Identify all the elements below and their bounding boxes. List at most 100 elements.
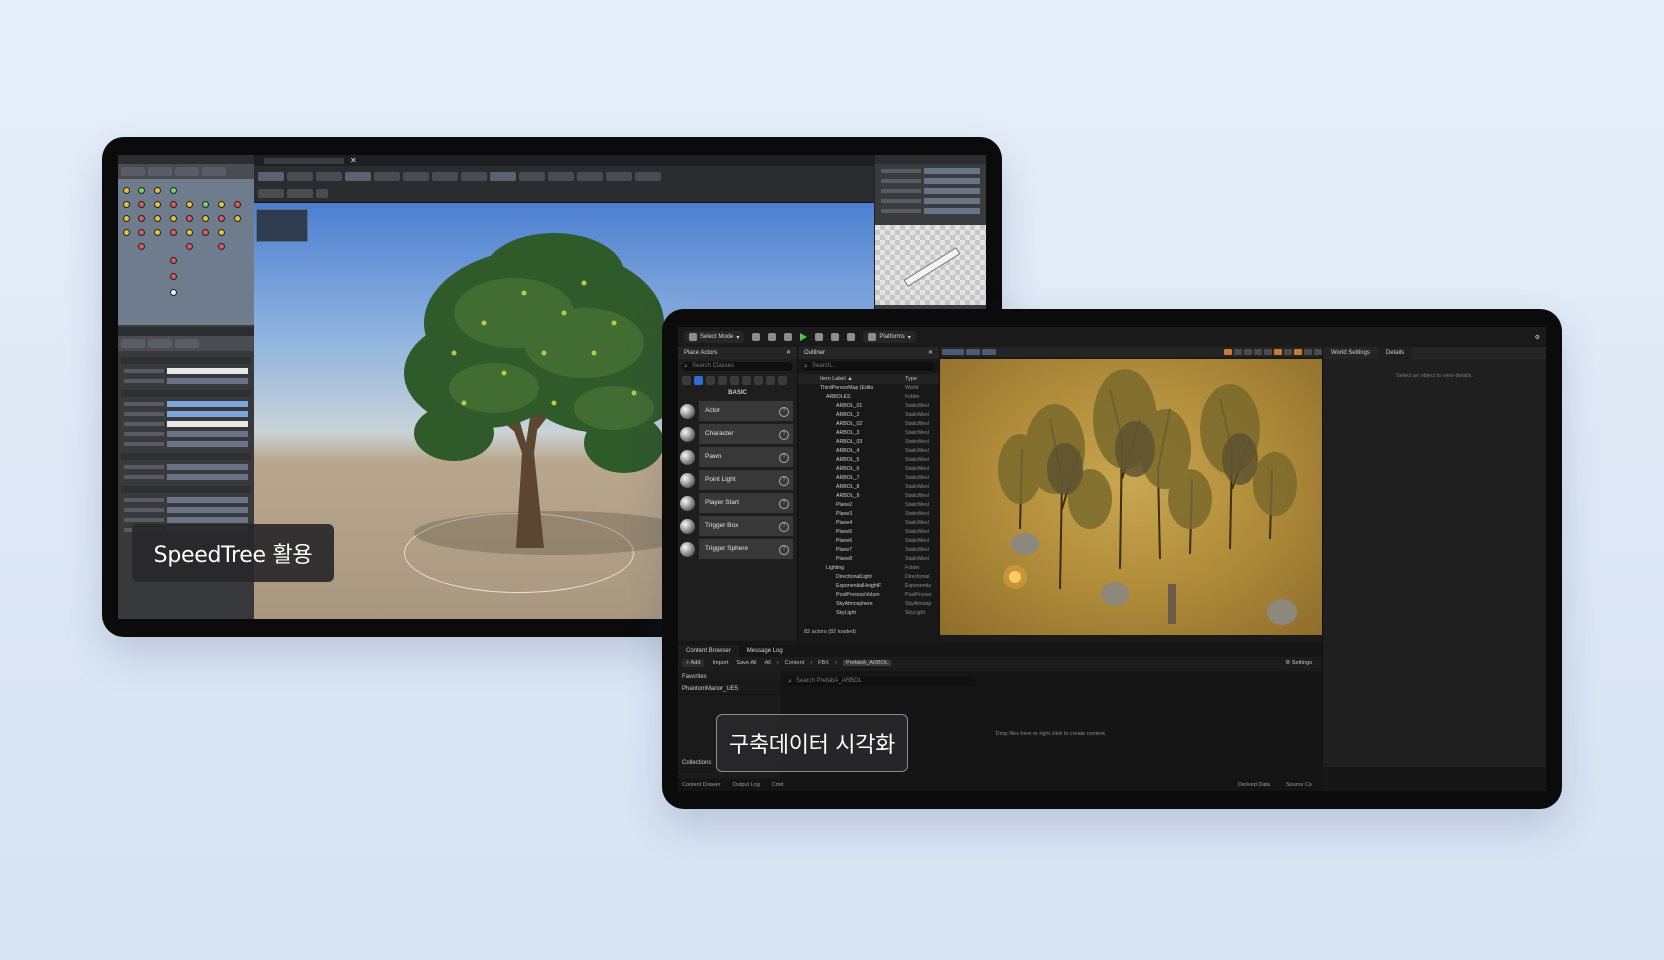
play-icon[interactable] <box>800 333 808 341</box>
graph-root-node[interactable] <box>170 289 177 296</box>
graph-node[interactable] <box>154 229 161 236</box>
outliner-row[interactable]: ARBOL_6 StaticMesl <box>798 465 939 474</box>
property-row[interactable] <box>881 178 980 184</box>
toolbar-button[interactable] <box>258 189 284 198</box>
graph-node[interactable] <box>186 243 193 250</box>
outliner-search-input[interactable]: Search... <box>802 362 935 371</box>
basic-icon[interactable] <box>694 376 703 385</box>
recent-icon[interactable] <box>682 376 691 385</box>
source-control-button[interactable]: Source Co <box>1286 782 1312 788</box>
outliner-row[interactable]: ARBOL_7 StaticMesl <box>798 474 939 483</box>
generation-tab[interactable] <box>175 167 199 176</box>
add-content-icon[interactable] <box>752 333 761 341</box>
cinematic-icon[interactable] <box>730 376 739 385</box>
property-row[interactable] <box>124 441 248 447</box>
platforms-dropdown[interactable]: Platforms ▾ <box>863 331 916 343</box>
all-classes-icon[interactable] <box>766 376 775 385</box>
maximize-button[interactable] <box>1314 349 1322 355</box>
properties-section[interactable] <box>121 390 251 397</box>
output-log-button[interactable]: Output Log <box>733 782 760 788</box>
toolbar-button[interactable] <box>258 172 284 181</box>
node-graph[interactable] <box>118 179 254 319</box>
close-icon[interactable]: ✕ <box>786 347 791 359</box>
outliner-row[interactable]: DirectionalLight Directional <box>798 573 939 582</box>
outliner-row[interactable]: ExponentialHeightF Exponentia <box>798 582 939 591</box>
property-row[interactable] <box>881 208 980 214</box>
column-type[interactable]: Type <box>905 374 939 384</box>
graph-node[interactable] <box>218 201 225 208</box>
content-drawer-button[interactable]: Content Drawer <box>682 782 721 788</box>
property-row[interactable] <box>881 188 980 194</box>
graph-node[interactable] <box>170 273 177 280</box>
graph-node[interactable] <box>138 215 145 222</box>
toolbar-button[interactable] <box>490 172 516 181</box>
eject-icon[interactable] <box>847 333 856 341</box>
show-button[interactable] <box>982 349 996 355</box>
visual-effects-icon[interactable] <box>742 376 751 385</box>
actor-item-player-start[interactable]: Player Start <box>680 493 793 513</box>
transform-button[interactable] <box>1234 349 1242 355</box>
breadcrumb-item[interactable]: All <box>765 660 771 666</box>
toolbar-button[interactable] <box>345 172 371 181</box>
breadcrumb-item[interactable]: PrefabA_ARBOL <box>842 660 892 666</box>
generation-tab[interactable] <box>148 167 172 176</box>
properties-tab[interactable] <box>121 339 145 348</box>
property-row[interactable] <box>881 168 980 174</box>
outliner-row[interactable]: Plane6 StaticMesl <box>798 537 939 546</box>
favorites-row[interactable]: Favorites <box>678 671 778 683</box>
properties-section[interactable] <box>121 453 251 460</box>
property-row[interactable] <box>124 517 248 523</box>
volumes-icon[interactable] <box>754 376 763 385</box>
toolbar-button[interactable] <box>374 172 400 181</box>
graph-node[interactable] <box>123 215 130 222</box>
column-item-label[interactable]: Item Label ▲ <box>820 374 853 384</box>
import-button[interactable]: Import <box>712 660 728 666</box>
outliner-row[interactable]: ARBOL_4 StaticMesl <box>798 447 939 456</box>
graph-node[interactable] <box>170 187 177 194</box>
graph-node[interactable] <box>218 215 225 222</box>
property-row[interactable] <box>124 411 248 417</box>
outliner-row[interactable]: Lighting Folder <box>798 564 939 573</box>
save-all-button[interactable]: Save All <box>736 660 756 666</box>
outliner-row[interactable]: PostProcessVolum PostProces <box>798 591 939 600</box>
outliner-row[interactable]: ARBOL_2 StaticMesl <box>798 411 939 420</box>
outliner-row[interactable]: ARBOL_8 StaticMesl <box>798 483 939 492</box>
scale-snap-button[interactable] <box>1294 349 1302 355</box>
actor-item-character[interactable]: Character <box>680 424 793 444</box>
graph-node[interactable] <box>138 243 145 250</box>
actor-item-trigger-box[interactable]: Trigger Box <box>680 516 793 536</box>
content-settings-button[interactable]: ⚙ Settings <box>1285 660 1322 666</box>
rotation-snap-button[interactable] <box>1274 349 1282 355</box>
graph-node[interactable] <box>138 201 145 208</box>
tab-message-log[interactable]: Message Log <box>739 645 791 657</box>
toolbar-button[interactable] <box>316 172 342 181</box>
outliner-row[interactable]: ARBOL_02 StaticMesl <box>798 420 939 429</box>
graph-node[interactable] <box>234 201 241 208</box>
asset-search-input[interactable]: Search PrefabA_ARBOL <box>786 677 976 686</box>
graph-node[interactable] <box>186 229 193 236</box>
actor-item-point-light[interactable]: Point Light <box>680 470 793 490</box>
more-icon[interactable] <box>778 376 787 385</box>
close-icon[interactable]: ✕ <box>928 347 933 359</box>
toolbar-button[interactable] <box>548 172 574 181</box>
graph-node[interactable] <box>138 229 145 236</box>
properties-tab[interactable] <box>175 339 199 348</box>
graph-node[interactable] <box>154 201 161 208</box>
breadcrumb-item[interactable]: Content <box>785 660 805 666</box>
cmd-button[interactable]: Cmd <box>772 782 784 788</box>
outliner-row[interactable]: ARBOLES Folder <box>798 393 939 402</box>
lit-button[interactable] <box>966 349 980 355</box>
close-icon[interactable]: ✕ <box>350 156 357 165</box>
outliner-tab[interactable]: Outliner ✕ <box>798 347 939 359</box>
graph-node[interactable] <box>123 187 130 194</box>
property-row[interactable] <box>124 401 248 407</box>
outliner-row[interactable]: ARBOL_9 StaticMesl <box>798 492 939 501</box>
shapes-icon[interactable] <box>718 376 727 385</box>
stop-icon[interactable] <box>831 333 840 341</box>
step-icon[interactable] <box>815 333 824 341</box>
graph-node[interactable] <box>170 201 177 208</box>
outliner-row[interactable]: Plane3 StaticMesl <box>798 510 939 519</box>
select-mode-dropdown[interactable]: Select Mode ▾ <box>684 331 745 343</box>
outliner-row[interactable]: SkyAtmosphere SkyAtmosp <box>798 600 939 609</box>
document-tab[interactable] <box>264 157 344 164</box>
